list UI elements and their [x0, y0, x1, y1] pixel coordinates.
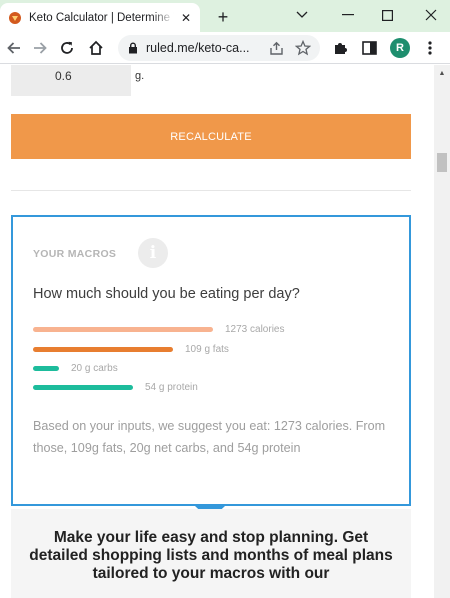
protein-bar — [33, 384, 133, 390]
new-tab-icon[interactable]: + — [212, 6, 234, 28]
maximize-icon[interactable] — [372, 0, 402, 30]
profile-avatar[interactable]: R — [390, 38, 410, 58]
recalculate-button[interactable]: RECALCULATE — [11, 114, 411, 159]
scroll-up-arrow-icon[interactable]: ▲ — [434, 67, 450, 79]
fats-label: 109 g fats — [185, 343, 229, 355]
macro-row-calories: 1273 calories — [33, 322, 284, 336]
meal-plan-promo: Make your life easy and stop planning. G… — [11, 509, 411, 598]
macro-row-carbs: 20 g carbs — [33, 361, 118, 375]
macros-card: YOUR MACROS i How much should you be eat… — [11, 215, 411, 506]
menu-kebab-icon[interactable] — [420, 36, 440, 60]
bookmark-star-icon[interactable] — [291, 36, 315, 60]
site-favicon-icon — [9, 11, 21, 24]
browser-title-bar: Keto Calculator | Determine Your ✕ + — [0, 0, 450, 32]
lock-icon — [129, 42, 137, 54]
scroll-thumb[interactable] — [437, 153, 447, 172]
close-window-icon[interactable] — [416, 0, 446, 30]
recalculate-label: RECALCULATE — [170, 130, 252, 143]
browser-toolbar: ruled.me/keto-ca... — [0, 32, 450, 64]
home-icon[interactable] — [84, 36, 108, 60]
calories-bar — [33, 326, 213, 332]
page-content: 0.6 g. RECALCULATE YOUR MACROS i How muc… — [0, 65, 434, 598]
macros-summary: Based on your inputs, we suggest you eat… — [33, 419, 386, 455]
section-divider — [11, 190, 411, 191]
tab-title: Keto Calculator | Determine Your — [29, 11, 174, 24]
carbs-label: 20 g carbs — [71, 362, 118, 374]
tab-search-chevron-icon[interactable] — [287, 0, 317, 30]
address-bar[interactable]: ruled.me/keto-ca... — [118, 35, 320, 61]
browser-tab[interactable]: Keto Calculator | Determine Your ✕ — [0, 3, 200, 32]
calories-label: 1273 calories — [225, 323, 285, 335]
macros-question: How much should you be eating per day? — [33, 286, 300, 302]
grams-input[interactable]: 0.6 — [11, 65, 131, 96]
minimize-icon[interactable] — [333, 0, 363, 30]
back-arrow-icon[interactable] — [2, 36, 26, 60]
unit-label: g. — [135, 70, 145, 82]
info-icon[interactable]: i — [138, 238, 168, 268]
carbs-bar — [33, 365, 59, 371]
promo-text: Make your life easy and stop planning. G… — [29, 529, 393, 582]
share-icon[interactable] — [264, 36, 288, 60]
macro-row-protein: 54 g protein — [33, 380, 198, 394]
macros-heading: YOUR MACROS — [33, 248, 117, 260]
forward-arrow-icon[interactable] — [28, 36, 52, 60]
reload-icon[interactable] — [55, 36, 79, 60]
protein-label: 54 g protein — [145, 381, 198, 393]
extensions-puzzle-icon[interactable] — [328, 36, 352, 60]
close-tab-icon[interactable]: ✕ — [178, 10, 194, 26]
fats-bar — [33, 346, 173, 352]
macro-row-fats: 109 g fats — [33, 342, 229, 356]
page-scrollbar[interactable]: ▲ — [434, 65, 450, 598]
grams-input-value: 0.6 — [55, 69, 72, 83]
url-text: ruled.me/keto-ca... — [146, 41, 250, 55]
side-panel-icon[interactable] — [357, 36, 381, 60]
